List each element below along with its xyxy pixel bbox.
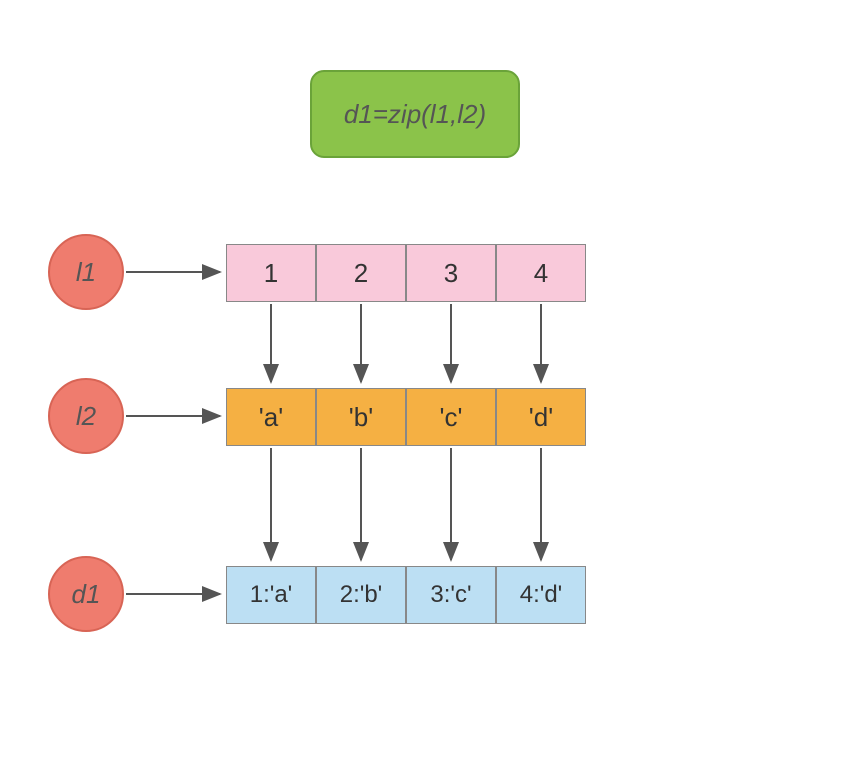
d1-row: 1:'a' 2:'b' 3:'c' 4:'d' — [226, 566, 586, 624]
l1-circle: l1 — [48, 234, 124, 310]
l1-cell: 1 — [226, 244, 316, 302]
l2-cell: 'c' — [406, 388, 496, 446]
l2-cell: 'b' — [316, 388, 406, 446]
zip-title-box: d1=zip(l1,l2) — [310, 70, 520, 158]
l1-cell: 2 — [316, 244, 406, 302]
l1-row: 1 2 3 4 — [226, 244, 586, 302]
l2-cell: 'd' — [496, 388, 586, 446]
l2-circle: l2 — [48, 378, 124, 454]
d1-cell: 2:'b' — [316, 566, 406, 624]
d1-label: d1 — [72, 579, 101, 610]
d1-cell: 3:'c' — [406, 566, 496, 624]
d1-cell: 1:'a' — [226, 566, 316, 624]
l2-cell: 'a' — [226, 388, 316, 446]
zip-title-text: d1=zip(l1,l2) — [344, 99, 486, 130]
l2-row: 'a' 'b' 'c' 'd' — [226, 388, 586, 446]
l1-label: l1 — [76, 257, 96, 288]
l1-cell: 4 — [496, 244, 586, 302]
d1-cell: 4:'d' — [496, 566, 586, 624]
d1-circle: d1 — [48, 556, 124, 632]
l1-cell: 3 — [406, 244, 496, 302]
l2-label: l2 — [76, 401, 96, 432]
